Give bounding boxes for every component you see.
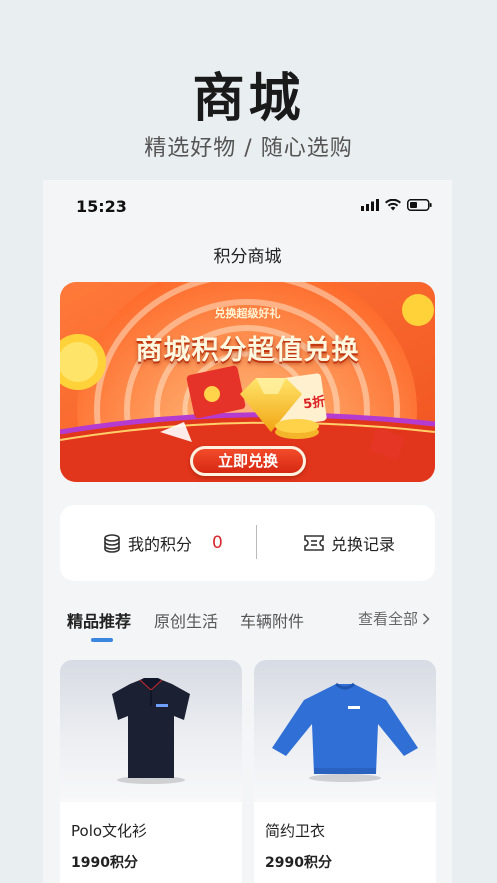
tab-featured[interactable]: 精品推荐	[67, 608, 131, 632]
tab-vehicle-accessories[interactable]: 车辆附件	[240, 608, 304, 632]
promo-banner[interactable]: 兑换超级好礼 商城积分超值兑换 5折 立即兑换	[60, 282, 435, 482]
phone-screen: 15:23 积分商城 兑换超级好礼 商城积分超值兑换 5折 立即兑换 我的积分 …	[43, 180, 452, 883]
exchange-records-label: 兑换记录	[331, 535, 396, 554]
my-points[interactable]: 我的积分 0	[102, 505, 223, 581]
points-divider	[256, 525, 257, 559]
product-card[interactable]: Polo文化衫 1990积分	[60, 660, 242, 883]
product-card[interactable]: 简约卫衣 2990积分	[254, 660, 436, 883]
tab-original-life[interactable]: 原创生活	[154, 608, 218, 632]
my-points-label: 我的积分	[128, 535, 193, 554]
promo-title: 商城	[192, 69, 305, 129]
wifi-icon	[385, 199, 401, 211]
redeem-now-button[interactable]: 立即兑换	[190, 446, 306, 476]
view-all-label: 查看全部	[357, 610, 418, 628]
status-icons	[361, 199, 432, 211]
product-name: Polo文化衫	[71, 822, 148, 840]
page-title: 积分商城	[213, 247, 282, 267]
product-image	[254, 660, 436, 802]
chevron-right-icon	[422, 612, 430, 625]
signal-icon	[361, 199, 379, 211]
category-tabs: 精品推荐 原创生活 车辆附件 查看全部	[43, 600, 452, 646]
status-bar: 15:23	[43, 180, 452, 232]
status-time: 15:23	[76, 197, 127, 216]
coins-stack-icon	[104, 534, 120, 553]
ticket-icon	[304, 535, 324, 551]
exchange-records-button[interactable]: 兑换记录	[303, 505, 395, 581]
banner-subtitle: 兑换超级好礼	[214, 307, 281, 320]
promo-subtitle: 精选好物 / 随心选购	[144, 136, 353, 161]
discount-tag: 5折	[302, 394, 327, 413]
battery-icon	[407, 199, 432, 211]
product-name: 简约卫衣	[265, 822, 326, 840]
banner-headline: 商城积分超值兑换	[135, 335, 360, 366]
sweatshirt-icon	[272, 682, 418, 782]
active-tab-indicator	[91, 638, 113, 642]
view-all-link[interactable]: 查看全部	[358, 608, 430, 629]
product-price: 1990积分	[71, 855, 138, 871]
points-card: 我的积分 0 兑换记录	[60, 505, 435, 581]
polo-shirt-icon	[112, 678, 190, 784]
product-image	[60, 660, 242, 802]
product-price: 2990积分	[265, 855, 332, 871]
points-value: 0	[212, 533, 223, 553]
